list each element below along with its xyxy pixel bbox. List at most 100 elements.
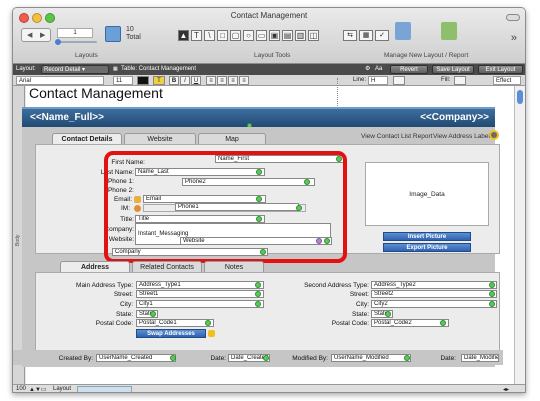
align-right-icon[interactable]: ≡ [228, 76, 238, 85]
postal1-label: Postal Code: [95, 320, 133, 327]
vertical-scrollbar[interactable] [514, 86, 525, 384]
field-magnifier-icon [255, 282, 261, 288]
postal2-field[interactable]: Postal_Code2 [371, 319, 449, 327]
chart-tool-icon[interactable]: ▥ [295, 30, 306, 41]
export-picture-button[interactable]: Export Picture [383, 243, 471, 252]
line-select[interactable]: H [368, 76, 388, 85]
highlight-icon[interactable]: T [153, 76, 165, 85]
zoom-controls-icon[interactable]: ▲▼▭ [29, 386, 47, 392]
main-address-type-field[interactable]: Address_Type1 [136, 281, 264, 289]
manage-label[interactable]: Manage [384, 52, 408, 59]
new-layout-icon[interactable] [441, 22, 457, 40]
city1-field[interactable]: City1 [136, 300, 264, 308]
postal1-field[interactable]: Postal_Code1 [136, 319, 214, 327]
text-color-swatch[interactable] [137, 76, 149, 85]
size-value: 11 [116, 78, 123, 84]
city1-label: City: [120, 301, 133, 308]
italic-button[interactable]: I [180, 76, 190, 85]
field-magnifier-icon [255, 291, 261, 297]
scroll-thumb[interactable] [517, 90, 523, 104]
record-slider[interactable] [55, 39, 97, 45]
field-picker-icon[interactable]: ▦ [359, 30, 373, 41]
toolbar-toggle-button[interactable] [506, 14, 520, 21]
field-tool-icon[interactable]: ▭ [256, 30, 267, 41]
horizontal-scrollbar[interactable] [77, 386, 132, 392]
new-layout-label[interactable]: New Layout / Report [409, 52, 468, 59]
swap-icon[interactable] [208, 330, 215, 337]
field-magnifier-icon [255, 301, 261, 307]
date-created-label: Date: [210, 355, 226, 362]
layout-label: Layout: [16, 66, 36, 72]
total-count: 10 [126, 26, 134, 33]
highlight-annotation [104, 151, 347, 263]
created-by-field[interactable]: UserName_Created [96, 354, 176, 362]
insert-picture-button[interactable]: Insert Picture [383, 232, 471, 241]
align-justify-icon[interactable]: ≡ [239, 76, 249, 85]
portal-tool-icon[interactable]: ▤ [282, 30, 293, 41]
state2-label: State: [352, 311, 369, 318]
align-left-icon[interactable]: ≡ [206, 76, 216, 85]
list-report-link[interactable]: View Contact List Report [361, 133, 432, 140]
current-record-field[interactable]: 1 [57, 28, 93, 38]
size-select[interactable]: 11 [113, 76, 133, 85]
page-guide-line [337, 78, 338, 110]
oval-tool[interactable]: ○ [243, 30, 254, 41]
record-total: 10 Total [126, 26, 141, 42]
address-labels-link[interactable]: View Address Labels [433, 133, 493, 140]
record-nav-buttons[interactable]: ◀ ▶ [21, 28, 51, 42]
image-field-label: Image_Data [409, 191, 445, 198]
align-center-icon[interactable]: ≡ [217, 76, 227, 85]
rectangle-tool[interactable]: □ [217, 30, 228, 41]
company-field[interactable]: <<Company>> [420, 112, 489, 123]
swap-addresses-button[interactable]: Swap Addresses [136, 329, 206, 338]
postal2-label: Postal Code: [331, 320, 369, 327]
street2-field[interactable]: Street2 [371, 290, 497, 298]
webviewer-tool-icon[interactable]: ◫ [308, 30, 319, 41]
effect-select[interactable]: Effect [493, 76, 521, 85]
fill-color-swatch[interactable] [454, 76, 466, 85]
second-address-type-field[interactable]: Address_Type2 [371, 281, 497, 289]
font-value: Arial [19, 78, 32, 84]
date-modified-field[interactable]: Date_Modified [461, 354, 499, 362]
rounded-rect-tool[interactable]: ▢ [230, 30, 241, 41]
themes-button[interactable]: Aa [375, 65, 382, 74]
button-tool-icon[interactable]: ▣ [269, 30, 280, 41]
save-layout-button[interactable]: Save Layout [432, 65, 474, 74]
font-select[interactable]: Arial [16, 76, 104, 85]
camera-icon[interactable] [489, 130, 499, 140]
street1-label: Street: [113, 291, 133, 298]
pointer-tool-icon[interactable]: ▲ [178, 30, 189, 41]
main-address-type-label: Main Address Type: [76, 282, 133, 289]
revert-button[interactable]: Revert [390, 65, 428, 74]
modified-by-field[interactable]: UserName_Modified [331, 354, 411, 362]
next-record-icon[interactable]: ▶ [40, 31, 45, 39]
street1-field[interactable]: Street1 [136, 290, 264, 298]
manage-icon[interactable] [395, 22, 411, 40]
name-full-field[interactable]: <<Name_Full>> [30, 112, 104, 123]
prev-record-icon[interactable]: ◀ [27, 31, 32, 39]
bold-button[interactable]: B [169, 76, 179, 85]
scroll-arrows-icon[interactable]: ◂▸ [503, 386, 509, 392]
field-magnifier-icon [263, 355, 269, 361]
inspector-icon[interactable]: ✓ [375, 30, 389, 41]
mode-label[interactable]: Layout [53, 386, 71, 392]
gear-icon[interactable]: ⚙ [365, 65, 370, 74]
city2-field[interactable]: City2 [371, 300, 497, 308]
line-color-swatch[interactable] [393, 76, 405, 85]
record-header: <<Name_Full>> <<Company>> [22, 107, 495, 128]
street2-label: Street: [349, 291, 369, 298]
text-tool[interactable]: T [191, 30, 202, 41]
table-label: Table: Contact Management [121, 66, 197, 72]
toolbar-overflow-icon[interactable]: » [511, 32, 517, 44]
line-value: H [371, 78, 376, 84]
line-tool[interactable]: \ [204, 30, 215, 41]
underline-button[interactable]: U [191, 76, 201, 85]
slider-thumb[interactable] [55, 39, 61, 45]
format-painter-icon[interactable]: ⇆ [343, 30, 357, 41]
exit-layout-button[interactable]: Exit Layout [478, 65, 523, 74]
line-label: Line: [353, 77, 367, 83]
layouts-label: Layouts [75, 52, 98, 59]
layout-select[interactable]: Record Detail ▾ [41, 65, 109, 74]
image-container-field[interactable]: Image_Data [365, 162, 489, 226]
zoom-level[interactable]: 100 [16, 386, 26, 392]
